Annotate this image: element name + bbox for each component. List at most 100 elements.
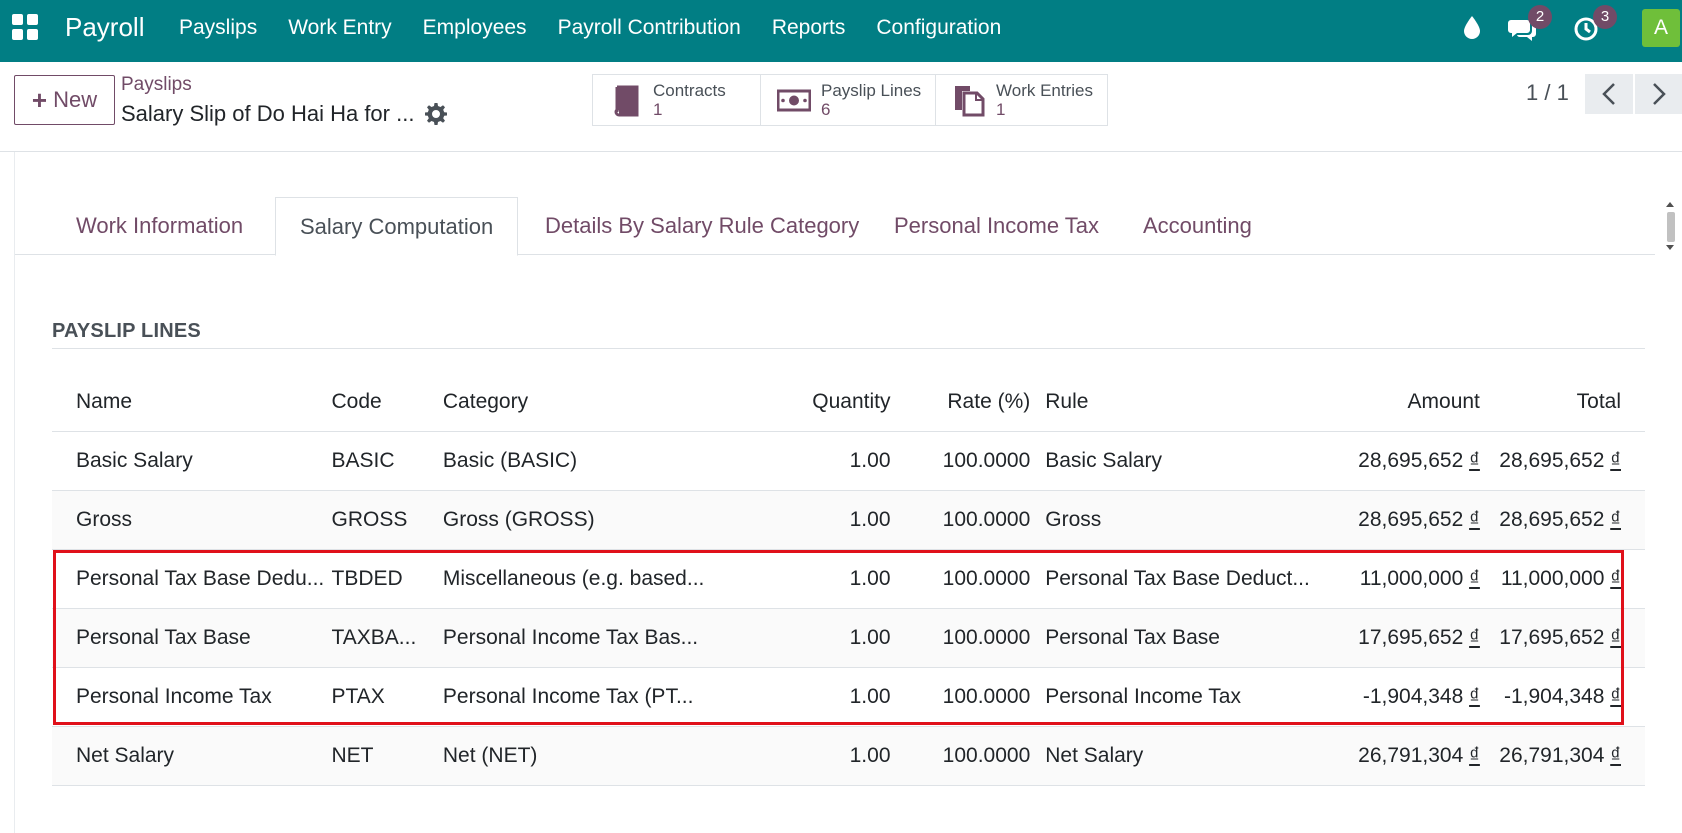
cell-category: Miscellaneous (e.g. based... [442,549,747,609]
cell-rule: Net Salary [1030,726,1318,786]
section-divider [52,348,1645,349]
work-entries-label: Work Entries [996,81,1093,100]
cell-rate: 100.0000 [890,549,1031,609]
cell-total: 28,695,652 ₫ [1479,490,1645,550]
scroll-down-arrow-icon[interactable] [1663,244,1677,252]
header-amount[interactable]: Amount [1317,373,1480,432]
table-row[interactable]: Basic Salary BASIC Basic (BASIC) 1.00 10… [52,431,1645,491]
cell-name: Personal Tax Base [52,608,332,668]
contracts-smart-button[interactable]: Contracts 1 [593,75,761,125]
form-sheet: Work Information Salary Computation Deta… [14,152,1675,833]
cell-total-value: 28,695,652 [1499,507,1605,531]
cell-quantity: 1.00 [746,608,891,668]
pager-next-button[interactable] [1635,74,1682,114]
cell-total: 28,695,652 ₫ [1479,431,1645,491]
contracts-label: Contracts [653,81,726,100]
tab-accounting[interactable]: Accounting [1119,197,1276,255]
chevron-left-icon [1602,83,1615,105]
work-entries-smart-button[interactable]: Work Entries 1 [936,75,1107,125]
book-icon [614,85,639,117]
currency-symbol: ₫ [1469,507,1480,531]
gear-icon[interactable] [424,102,448,126]
smart-buttons: Contracts 1 Payslip Lines 6 Work Entries… [592,74,1108,126]
cell-quantity: 1.00 [746,726,891,786]
cell-amount-value: 17,695,652 [1358,625,1464,649]
cell-amount: 26,791,304 ₫ [1317,726,1480,786]
payslip-lines-label: Payslip Lines [821,81,922,100]
table-row[interactable]: Personal Tax Base Dedu... TBDED Miscella… [52,549,1645,609]
currency-symbol: ₫ [1610,743,1621,767]
currency-symbol: ₫ [1469,743,1480,767]
currency-symbol: ₫ [1469,625,1480,649]
drop-icon[interactable] [1462,14,1482,40]
menu-item-payslips[interactable]: Payslips [179,16,257,40]
tab-salary-computation[interactable]: Salary Computation [275,197,519,256]
cell-category: Personal Income Tax Bas... [442,608,747,668]
tab-personal-income-tax[interactable]: Personal Income Tax [870,197,1123,255]
cell-rate: 100.0000 [890,431,1031,491]
app-name[interactable]: Payroll [65,12,144,43]
header-name[interactable]: Name [52,373,332,432]
cell-code: PTAX [331,667,443,727]
documents-icon [955,86,985,117]
tab-details-by-salary-rule-category[interactable]: Details By Salary Rule Category [521,197,883,255]
scrollbar-thumb[interactable] [1667,212,1675,242]
menu-item-employees[interactable]: Employees [423,16,527,40]
cell-name: Gross [52,490,332,550]
cell-total: 26,791,304 ₫ [1479,726,1645,786]
cell-code: TBDED [331,549,443,609]
chevron-right-icon [1653,83,1666,105]
table-row[interactable]: Personal Tax Base TAXBA... Personal Inco… [52,608,1645,668]
header-category[interactable]: Category [442,373,747,432]
section-title: PAYSLIP LINES [52,320,201,342]
header-total[interactable]: Total [1479,373,1645,432]
cell-total: -1,904,348 ₫ [1479,667,1645,727]
header-rate[interactable]: Rate (%) [890,373,1031,432]
cell-rule: Gross [1030,490,1318,550]
menu-item-reports[interactable]: Reports [772,16,846,40]
menu-item-payroll-contribution[interactable]: Payroll Contribution [558,16,741,40]
table-row[interactable]: Net Salary NET Net (NET) 1.00 100.0000 N… [52,726,1645,786]
menu-item-configuration[interactable]: Configuration [876,16,1001,40]
user-avatar[interactable]: A [1642,9,1680,47]
cell-quantity: 1.00 [746,667,891,727]
tab-work-information[interactable]: Work Information [52,197,267,255]
breadcrumb-payslips[interactable]: Payslips [121,74,192,96]
apps-grid-icon[interactable] [12,14,38,40]
cell-code: TAXBA... [331,608,443,668]
payslip-lines-smart-button[interactable]: Payslip Lines 6 [761,75,936,125]
cell-name: Net Salary [52,726,332,786]
cell-total-value: 26,791,304 [1499,743,1605,767]
pager-counter[interactable]: 1 / 1 [1526,80,1569,106]
new-button[interactable]: + New [14,75,115,125]
cell-amount-value: -1,904,348 [1362,684,1464,708]
scrollbar[interactable] [1663,200,1677,250]
menu-item-work-entry[interactable]: Work Entry [288,16,391,40]
table-row[interactable]: Personal Income Tax PTAX Personal Income… [52,667,1645,727]
cell-rate: 100.0000 [890,667,1031,727]
scroll-up-arrow-icon[interactable] [1663,200,1677,208]
work-entries-count: 1 [996,100,1006,119]
payslip-lines-count: 6 [821,100,831,119]
main-menu: Payslips Work Entry Employees Payroll Co… [179,16,1032,40]
cell-amount-value: 26,791,304 [1358,743,1464,767]
currency-symbol: ₫ [1469,566,1480,590]
cell-total-value: 11,000,000 [1500,566,1605,590]
plus-icon: + [31,84,48,115]
cell-rule: Basic Salary [1030,431,1318,491]
currency-symbol: ₫ [1610,566,1621,590]
currency-symbol: ₫ [1610,507,1621,531]
table-header-row: Name Code Category Quantity Rate (%) Rul… [52,373,1645,432]
cell-code: NET [331,726,443,786]
header-code[interactable]: Code [331,373,443,432]
header-quantity[interactable]: Quantity [746,373,891,432]
cell-total-value: 17,695,652 [1499,625,1605,649]
top-navbar: Payroll Payslips Work Entry Employees Pa… [0,0,1682,62]
chat-badge: 2 [1528,5,1552,29]
table-row[interactable]: Gross GROSS Gross (GROSS) 1.00 100.0000 … [52,490,1645,550]
pager-previous-button[interactable] [1585,74,1633,114]
currency-symbol: ₫ [1610,684,1621,708]
header-rule[interactable]: Rule [1030,373,1318,432]
record-title: Salary Slip of Do Hai Ha for ... [121,101,415,126]
cell-total-value: -1,904,348 [1503,684,1605,708]
